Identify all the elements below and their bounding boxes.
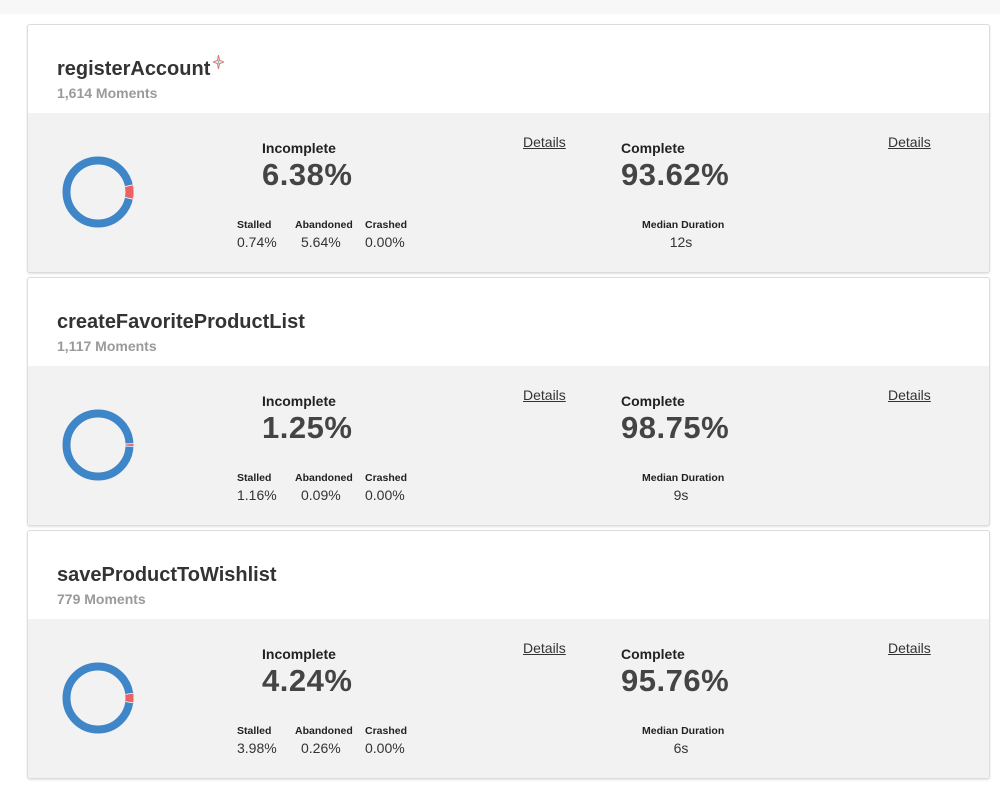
card-stats: Incomplete 4.24% Details Complete 95.76%…	[28, 619, 989, 778]
abandoned-label: Abandoned	[295, 725, 353, 737]
moments-count: 1,117 Moments	[57, 338, 157, 354]
card-title: registerAccount	[57, 55, 225, 81]
moments-count: 779 Moments	[57, 591, 146, 607]
stalled-label: Stalled	[237, 219, 272, 231]
stalled-label: Stalled	[237, 725, 272, 737]
completion-donut-chart	[62, 662, 134, 734]
card-title: createFavoriteProductList	[57, 311, 305, 334]
incomplete-details-link[interactable]: Details	[523, 134, 566, 150]
median-duration-label: Median Duration	[642, 725, 725, 737]
incomplete-details-link[interactable]: Details	[523, 387, 566, 403]
median-duration-label: Median Duration	[642, 219, 725, 231]
complete-details-link[interactable]: Details	[888, 640, 931, 656]
top-bar	[0, 0, 1000, 14]
complete-percent: 98.75%	[621, 410, 730, 445]
stalled-value: 3.98%	[237, 740, 277, 756]
moments-count: 1,614 Moments	[57, 85, 158, 101]
moment-card: registerAccount 1,614 Moments Incomplete…	[27, 24, 990, 273]
complete-slice	[62, 662, 134, 734]
card-stats: Incomplete 1.25% Details Complete 98.75%…	[28, 366, 989, 525]
incomplete-percent: 1.25%	[262, 410, 353, 445]
stalled-value: 0.74%	[237, 234, 277, 250]
abandoned-value: 5.64%	[301, 234, 341, 250]
median-duration-value: 6s	[673, 740, 689, 756]
incomplete-label: Incomplete	[262, 140, 336, 156]
card-stats: Incomplete 6.38% Details Complete 93.62%…	[28, 113, 989, 272]
card-title-text: createFavoriteProductList	[57, 311, 305, 333]
complete-label: Complete	[621, 140, 685, 156]
moment-cards-list: registerAccount 1,614 Moments Incomplete…	[27, 24, 990, 783]
abandoned-label: Abandoned	[295, 472, 353, 484]
card-title-text: registerAccount	[57, 58, 211, 80]
card-title-text: saveProductToWishlist	[57, 564, 277, 586]
abandoned-value: 0.09%	[301, 487, 341, 503]
abandoned-value: 0.26%	[301, 740, 341, 756]
crashed-label: Crashed	[365, 725, 408, 737]
median-duration-label: Median Duration	[642, 472, 725, 484]
crashed-label: Crashed	[365, 472, 408, 484]
incomplete-label: Incomplete	[262, 393, 336, 409]
complete-details-link[interactable]: Details	[888, 387, 931, 403]
stalled-label: Stalled	[237, 472, 272, 484]
card-header: registerAccount 1,614 Moments	[28, 25, 989, 113]
incomplete-percent: 6.38%	[262, 157, 353, 192]
moment-card: saveProductToWishlist 779 Moments Incomp…	[27, 530, 990, 779]
complete-details-link[interactable]: Details	[888, 134, 931, 150]
completion-donut-chart	[62, 156, 134, 228]
incomplete-percent: 4.24%	[262, 663, 353, 698]
crashed-value: 0.00%	[365, 234, 405, 250]
card-header: saveProductToWishlist 779 Moments	[28, 531, 989, 619]
complete-label: Complete	[621, 393, 685, 409]
median-duration-value: 12s	[669, 234, 693, 250]
complete-label: Complete	[621, 646, 685, 662]
complete-percent: 93.62%	[621, 157, 730, 192]
median-duration-value: 9s	[673, 487, 689, 503]
incomplete-details-link[interactable]: Details	[523, 640, 566, 656]
card-header: createFavoriteProductList 1,117 Moments	[28, 278, 989, 366]
crashed-value: 0.00%	[365, 487, 405, 503]
complete-percent: 95.76%	[621, 663, 730, 698]
sparkle-icon	[213, 55, 225, 69]
stalled-value: 1.16%	[237, 487, 277, 503]
abandoned-label: Abandoned	[295, 219, 353, 231]
crashed-value: 0.00%	[365, 740, 405, 756]
complete-slice	[62, 156, 134, 228]
moment-card: createFavoriteProductList 1,117 Moments …	[27, 277, 990, 526]
incomplete-label: Incomplete	[262, 646, 336, 662]
card-title: saveProductToWishlist	[57, 564, 277, 587]
complete-slice	[62, 409, 134, 481]
completion-donut-chart	[62, 409, 134, 481]
crashed-label: Crashed	[365, 219, 408, 231]
